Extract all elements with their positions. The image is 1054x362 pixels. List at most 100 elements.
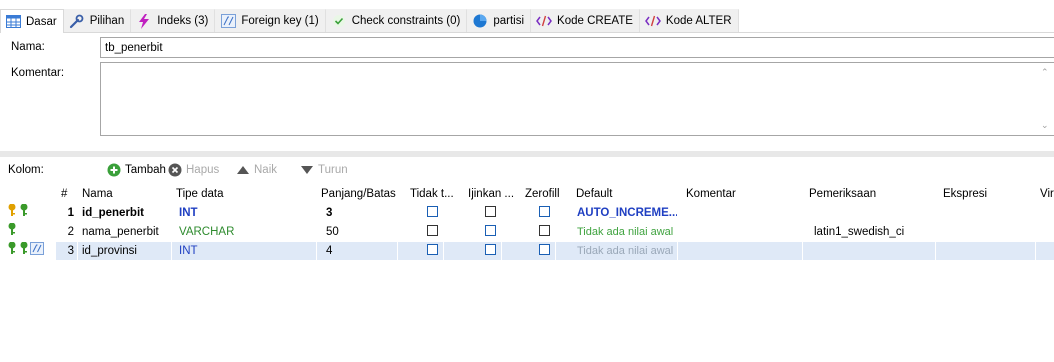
- tab-label: partisi: [493, 15, 525, 27]
- code-icon: [536, 13, 552, 29]
- row-collation[interactable]: [806, 204, 936, 222]
- row-length[interactable]: 50: [318, 223, 398, 241]
- row-default[interactable]: Tidak ada nilai awal: [573, 223, 678, 241]
- tab-check-constraints[interactable]: Check constraints (0): [325, 9, 468, 32]
- header-name[interactable]: Nama: [79, 185, 172, 203]
- tab-foreign-key[interactable]: Foreign key (1): [215, 9, 326, 32]
- row-comment[interactable]: [683, 204, 803, 222]
- row-keys: [0, 242, 56, 260]
- pie-icon: [472, 13, 488, 29]
- tab-kode-alter[interactable]: Kode ALTER: [639, 9, 739, 32]
- header-expression[interactable]: Ekspresi: [940, 185, 1036, 203]
- row-name[interactable]: nama_penerbit: [79, 223, 172, 241]
- row-keys: [0, 204, 56, 222]
- unique-key-icon: [6, 223, 18, 241]
- move-up-button[interactable]: Naik: [236, 163, 277, 177]
- name-label: Nama:: [11, 41, 45, 53]
- tab-indeks[interactable]: Indeks (3): [131, 9, 216, 32]
- comment-textarea[interactable]: ⌃ ⌄: [100, 62, 1054, 136]
- plus-icon: [107, 163, 121, 177]
- splitter[interactable]: [0, 151, 1054, 157]
- tab-label: Foreign key (1): [241, 15, 319, 27]
- row-expression[interactable]: [940, 242, 1036, 260]
- row-expression[interactable]: [940, 204, 1036, 222]
- header-virtuality[interactable]: Virt: [1037, 185, 1054, 203]
- header-length[interactable]: Panjang/Batas: [318, 185, 398, 203]
- tab-label: Pilihan: [89, 15, 125, 27]
- down-label: Turun: [318, 164, 348, 176]
- scroll-down-icon[interactable]: ⌄: [1041, 120, 1049, 131]
- check-icon: [331, 13, 347, 29]
- row-number: 3: [58, 242, 78, 260]
- header-collation[interactable]: Pemeriksaan: [806, 185, 936, 203]
- move-down-button[interactable]: Turun: [300, 163, 348, 177]
- row-length[interactable]: 3: [318, 204, 398, 222]
- row-comment[interactable]: [683, 223, 803, 241]
- row-default[interactable]: AUTO_INCREME...: [573, 204, 678, 222]
- arrow-down-icon: [300, 163, 314, 177]
- header-type[interactable]: Tipe data: [173, 185, 317, 203]
- index-key-icon: [18, 242, 30, 260]
- allow-null-checkbox[interactable]: [482, 242, 502, 260]
- unsigned-checkbox[interactable]: [424, 204, 444, 222]
- row-keys: [0, 223, 56, 241]
- tab-label: Kode CREATE: [557, 15, 633, 27]
- tab-partisi[interactable]: partisi: [467, 9, 532, 32]
- tab-label: Check constraints (0): [351, 15, 461, 27]
- unique-key-icon: [18, 204, 30, 222]
- table-row[interactable]: 1 id_penerbit INT 3 AUTO_INCREME...: [0, 204, 1054, 222]
- header-allow-null[interactable]: Ijinkan ...: [465, 185, 520, 203]
- row-type[interactable]: INT: [173, 242, 317, 260]
- table-icon: [5, 14, 21, 30]
- row-collation[interactable]: [806, 242, 936, 260]
- header-zerofill[interactable]: Zerofill: [522, 185, 568, 203]
- row-name[interactable]: id_penerbit: [79, 204, 172, 222]
- zerofill-checkbox[interactable]: [536, 242, 556, 260]
- row-collation[interactable]: latin1_swedish_ci: [806, 223, 936, 241]
- row-number: 1: [58, 204, 78, 222]
- tab-pilihan[interactable]: Pilihan: [63, 9, 132, 32]
- delete-column-button[interactable]: Hapus: [168, 163, 219, 177]
- scroll-up-icon[interactable]: ⌃: [1041, 67, 1049, 78]
- tab-bar: Dasar Pilihan Indeks (3) Foreign key (1)…: [0, 8, 1054, 33]
- allow-null-checkbox[interactable]: [482, 223, 502, 241]
- unsigned-checkbox[interactable]: [424, 242, 444, 260]
- header-unsigned[interactable]: Tidak t...: [407, 185, 461, 203]
- unsigned-checkbox[interactable]: [424, 223, 444, 241]
- allow-null-checkbox[interactable]: [482, 204, 502, 222]
- header-default[interactable]: Default: [573, 185, 678, 203]
- foreign-key-icon: [30, 242, 44, 260]
- lightning-icon: [136, 13, 152, 29]
- zerofill-checkbox[interactable]: [536, 204, 556, 222]
- row-length[interactable]: 4: [318, 242, 398, 260]
- arrow-up-icon: [236, 163, 250, 177]
- columns-label: Kolom:: [8, 164, 44, 176]
- row-type[interactable]: INT: [173, 204, 317, 222]
- delete-label: Hapus: [186, 164, 220, 176]
- code-icon: [644, 13, 661, 29]
- unique-key-icon: [6, 242, 18, 260]
- wrench-icon: [69, 13, 85, 29]
- row-expression[interactable]: [940, 223, 1036, 241]
- add-column-button[interactable]: Tambah: [107, 163, 166, 177]
- row-name[interactable]: id_provinsi: [79, 242, 172, 260]
- comment-label: Komentar:: [11, 67, 65, 79]
- tab-kode-create[interactable]: Kode CREATE: [531, 9, 640, 32]
- up-label: Naik: [254, 164, 278, 176]
- row-default[interactable]: Tidak ada nilai awal: [573, 242, 678, 260]
- header-number[interactable]: #: [58, 185, 78, 203]
- foreign-key-icon: [220, 13, 236, 29]
- table-row[interactable]: 2 nama_penerbit VARCHAR 50 Tidak ada nil…: [0, 223, 1054, 241]
- primary-key-icon: [6, 204, 18, 222]
- comment-scrollbar[interactable]: ⌃ ⌄: [1037, 63, 1054, 135]
- row-number: 2: [58, 223, 78, 241]
- row-type[interactable]: VARCHAR: [173, 223, 317, 241]
- header-comment[interactable]: Komentar: [683, 185, 803, 203]
- tab-label: Dasar: [26, 15, 57, 28]
- tab-dasar[interactable]: Dasar: [0, 9, 64, 33]
- zerofill-checkbox[interactable]: [536, 223, 556, 241]
- tab-label: Kode ALTER: [665, 15, 732, 27]
- row-comment[interactable]: [683, 242, 803, 260]
- table-name-input[interactable]: [100, 37, 1054, 58]
- table-row-selected[interactable]: 3 id_provinsi INT 4 Tidak ada nilai awal: [0, 242, 1054, 260]
